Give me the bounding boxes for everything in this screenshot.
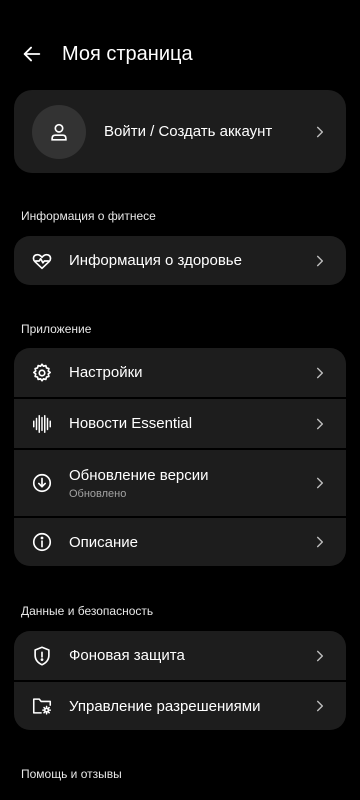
settings-item-label: Обновление версии — [69, 466, 209, 484]
settings-item-settings[interactable]: Настройки — [14, 348, 346, 397]
top-app-bar: Моя страница — [0, 34, 360, 74]
settings-item-version-update[interactable]: Обновление версии Обновлено — [14, 450, 346, 516]
download-circle-icon — [30, 471, 54, 495]
settings-item-label: Управление разрешениями — [69, 697, 261, 715]
chevron-right-icon — [308, 530, 332, 554]
section-title-help-feedback: Помощь и отзывы — [21, 767, 122, 781]
settings-item-permission-management[interactable]: Управление разрешениями — [14, 682, 346, 730]
section-title-fitness: Информация о фитнесе — [21, 209, 156, 223]
settings-item-label: Настройки — [69, 364, 143, 381]
avatar — [32, 104, 86, 159]
chevron-right-icon — [308, 120, 332, 144]
login-create-account-card[interactable]: Войти / Создать аккаунт — [14, 90, 346, 173]
settings-item-background-protection[interactable]: Фоновая защита — [14, 631, 346, 680]
app-group: Настройки Новости Essential Обновление в… — [14, 348, 346, 566]
fitness-group: Информация о здоровье — [14, 236, 346, 285]
shield-icon — [30, 644, 54, 668]
settings-item-label: Фоновая защита — [69, 647, 185, 664]
settings-item-essential-news[interactable]: Новости Essential — [14, 399, 346, 448]
chevron-right-icon — [308, 249, 332, 273]
folder-gear-icon — [30, 694, 54, 718]
settings-item-sublabel: Обновлено — [69, 487, 127, 500]
gear-icon — [30, 361, 54, 385]
chevron-right-icon — [308, 644, 332, 668]
chevron-right-icon — [308, 361, 332, 385]
back-button[interactable] — [12, 34, 52, 74]
chevron-right-icon — [308, 412, 332, 436]
settings-item-label: Описание — [69, 533, 139, 551]
login-create-account-label: Войти / Создать аккаунт — [104, 123, 273, 140]
settings-item-label: Информация о здоровье — [69, 252, 242, 269]
page-title: Моя страница — [62, 42, 193, 65]
person-icon — [48, 121, 70, 143]
heart-pulse-icon — [30, 249, 54, 273]
arrow-left-icon — [21, 43, 43, 65]
section-title-app: Приложение — [21, 322, 92, 336]
info-icon — [30, 530, 54, 554]
settings-item-about[interactable]: Описание — [14, 518, 346, 566]
settings-item-health-info[interactable]: Информация о здоровье — [14, 236, 346, 285]
chevron-right-icon — [308, 694, 332, 718]
sound-wave-icon — [30, 412, 54, 436]
my-page-screen: Моя страница Войти / Создать аккаунт Инф… — [0, 0, 360, 800]
data-security-group: Фоновая защита Управление разрешениями — [14, 631, 346, 730]
settings-item-label: Новости Essential — [69, 415, 193, 432]
chevron-right-icon — [308, 471, 332, 495]
section-title-data-security: Данные и безопасность — [21, 604, 154, 618]
